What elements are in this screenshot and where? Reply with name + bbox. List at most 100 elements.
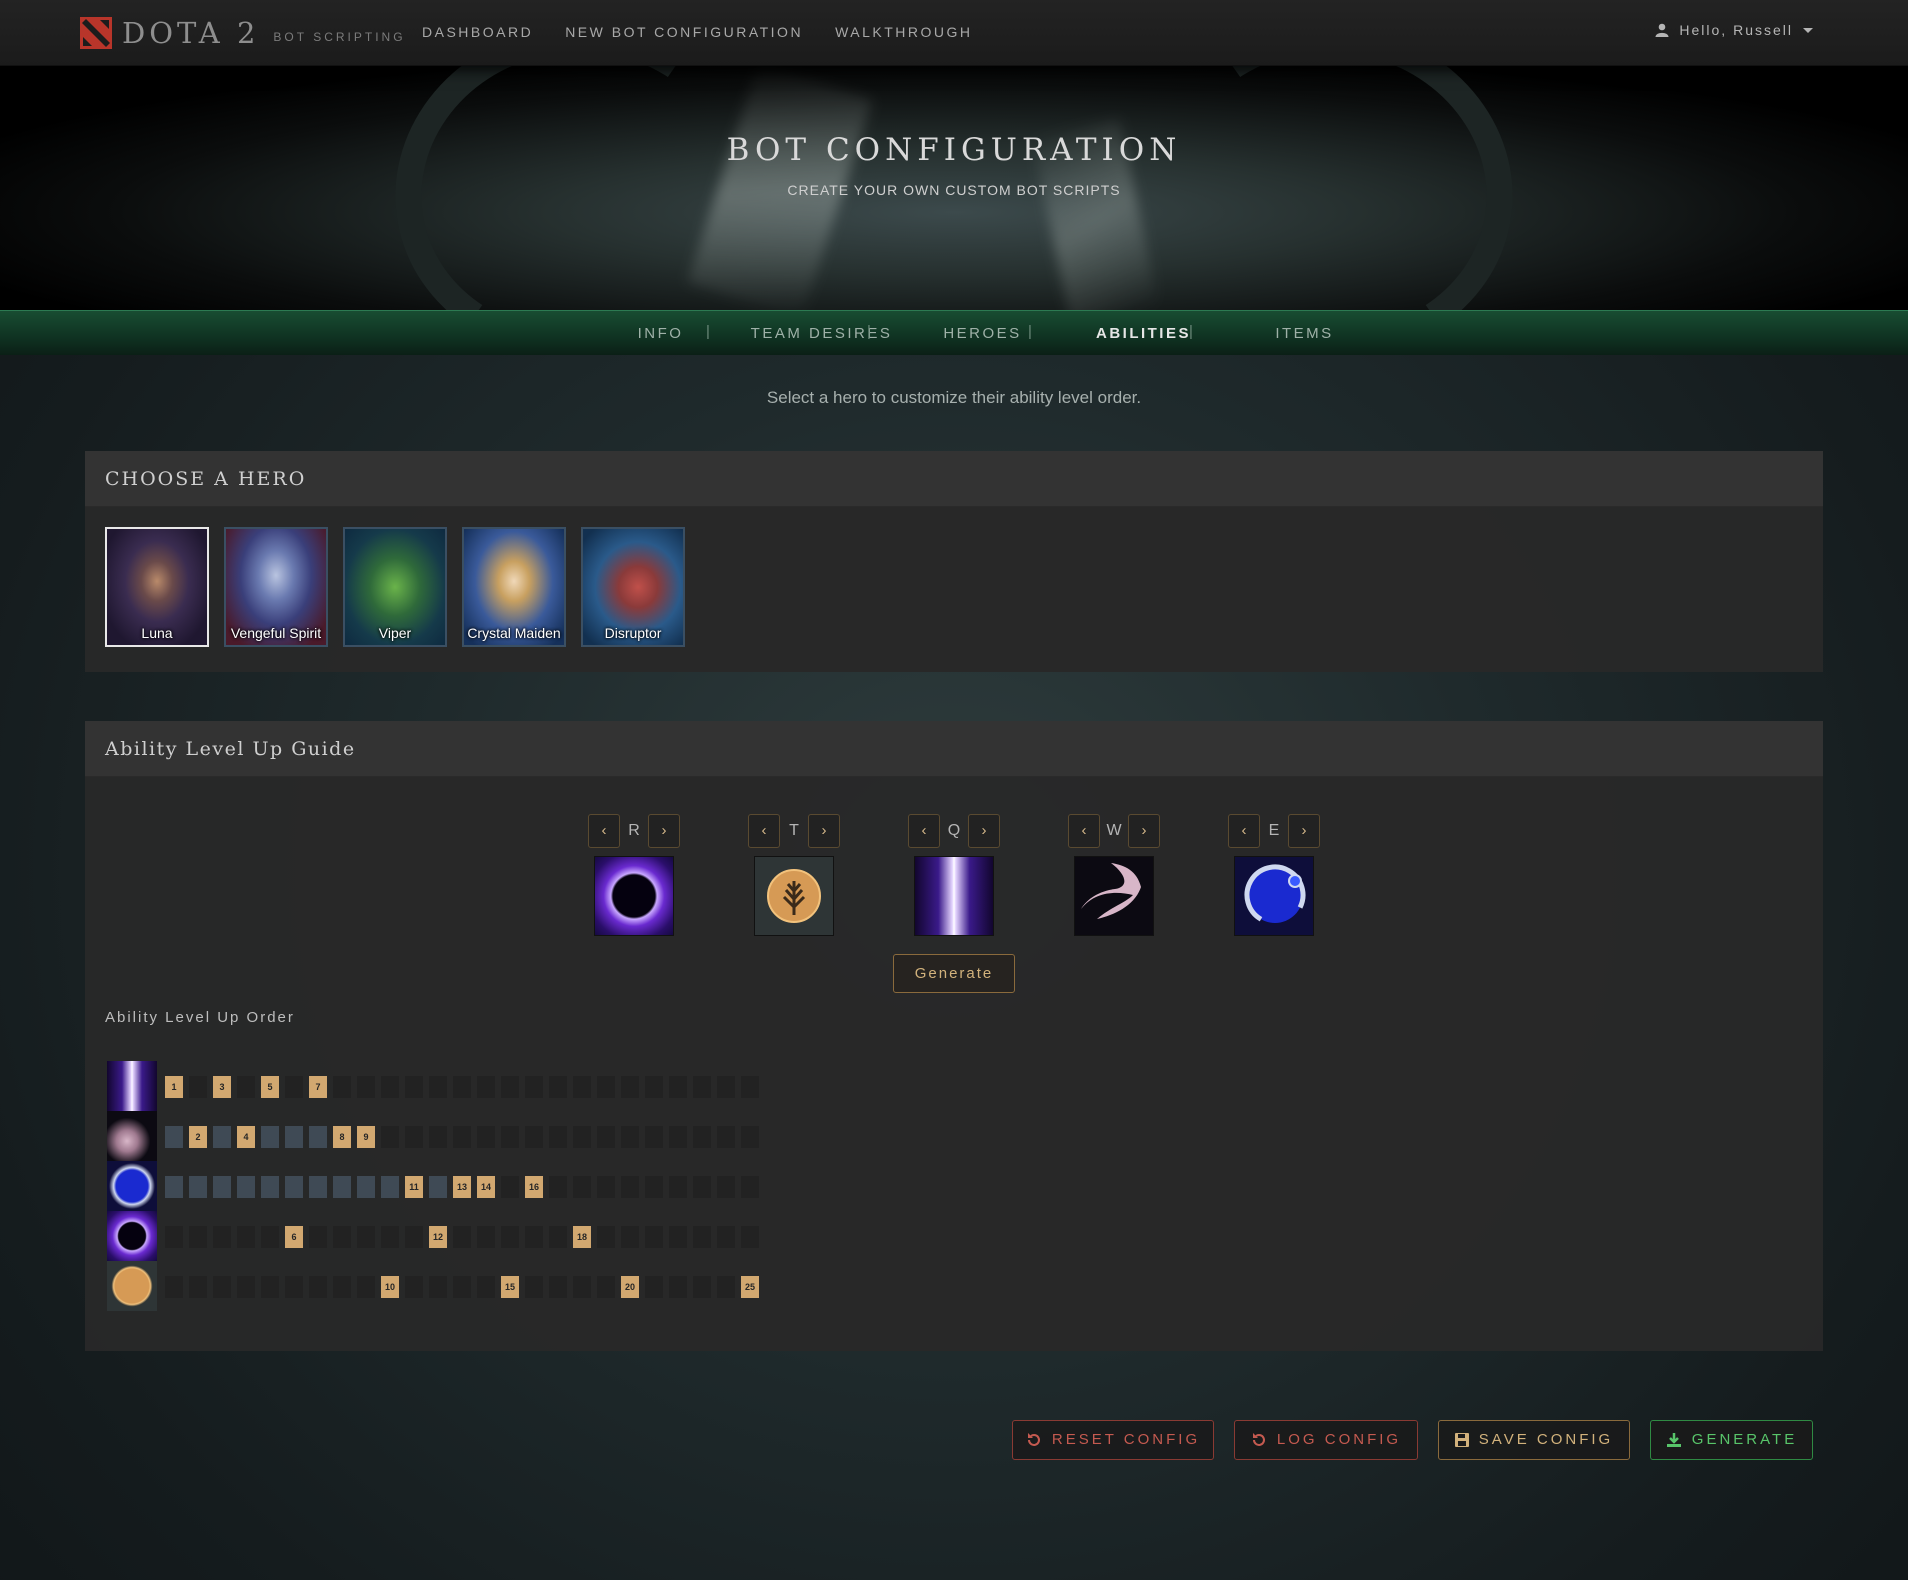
move-left-button[interactable]: ‹ (748, 814, 780, 848)
level-cell[interactable] (741, 1226, 759, 1248)
level-cell[interactable] (309, 1276, 327, 1298)
level-cell[interactable] (453, 1076, 471, 1098)
level-cell[interactable] (165, 1126, 183, 1148)
hero-card-crystal-maiden[interactable]: Crystal Maiden (462, 527, 566, 647)
level-cell[interactable]: 18 (573, 1226, 591, 1248)
level-cell[interactable] (525, 1076, 543, 1098)
level-cell[interactable] (285, 1176, 303, 1198)
level-cell[interactable] (549, 1226, 567, 1248)
level-cell[interactable] (693, 1276, 711, 1298)
move-right-button[interactable]: › (968, 814, 1000, 848)
level-cell[interactable] (357, 1076, 375, 1098)
level-cell[interactable] (621, 1176, 639, 1198)
level-cell[interactable] (645, 1226, 663, 1248)
level-cell[interactable] (429, 1076, 447, 1098)
level-cell[interactable]: 12 (429, 1226, 447, 1248)
level-cell[interactable] (477, 1126, 495, 1148)
level-cell[interactable] (549, 1176, 567, 1198)
level-cell[interactable] (573, 1126, 591, 1148)
tab-heroes[interactable]: HEROES (902, 311, 1063, 356)
level-cell[interactable] (693, 1176, 711, 1198)
level-cell[interactable] (597, 1126, 615, 1148)
hero-card-disruptor[interactable]: Disruptor (581, 527, 685, 647)
level-cell[interactable] (669, 1176, 687, 1198)
level-cell[interactable] (717, 1126, 735, 1148)
level-cell[interactable]: 6 (285, 1226, 303, 1248)
level-cell[interactable] (453, 1226, 471, 1248)
level-cell[interactable] (549, 1276, 567, 1298)
level-cell[interactable] (669, 1126, 687, 1148)
level-cell[interactable]: 16 (525, 1176, 543, 1198)
level-cell[interactable] (285, 1076, 303, 1098)
hero-card-luna[interactable]: Luna (105, 527, 209, 647)
level-cell[interactable] (477, 1276, 495, 1298)
level-cell[interactable]: 14 (477, 1176, 495, 1198)
level-cell[interactable]: 4 (237, 1126, 255, 1148)
level-cell[interactable] (621, 1126, 639, 1148)
brand-logo[interactable]: DOTA 2 BOT SCRIPTING (80, 15, 406, 51)
level-cell[interactable] (333, 1226, 351, 1248)
level-cell[interactable] (381, 1126, 399, 1148)
level-cell[interactable] (717, 1276, 735, 1298)
level-cell[interactable] (333, 1276, 351, 1298)
level-cell[interactable] (549, 1126, 567, 1148)
level-cell[interactable] (477, 1076, 495, 1098)
level-cell[interactable] (405, 1276, 423, 1298)
level-cell[interactable] (357, 1226, 375, 1248)
level-cell[interactable] (693, 1126, 711, 1148)
move-left-button[interactable]: ‹ (1068, 814, 1100, 848)
level-cell[interactable]: 2 (189, 1126, 207, 1148)
level-cell[interactable] (285, 1276, 303, 1298)
level-cell[interactable]: 3 (213, 1076, 231, 1098)
level-cell[interactable] (213, 1276, 231, 1298)
level-cell[interactable] (261, 1176, 279, 1198)
level-cell[interactable] (525, 1126, 543, 1148)
level-cell[interactable] (501, 1076, 519, 1098)
level-cell[interactable] (405, 1226, 423, 1248)
level-cell[interactable] (597, 1076, 615, 1098)
level-cell[interactable] (189, 1176, 207, 1198)
level-cell[interactable] (741, 1126, 759, 1148)
level-cell[interactable] (717, 1076, 735, 1098)
level-cell[interactable] (693, 1226, 711, 1248)
level-cell[interactable] (501, 1176, 519, 1198)
level-cell[interactable] (285, 1126, 303, 1148)
level-cell[interactable] (261, 1276, 279, 1298)
level-cell[interactable] (261, 1226, 279, 1248)
level-cell[interactable] (165, 1276, 183, 1298)
move-right-button[interactable]: › (1288, 814, 1320, 848)
tab-abilities[interactable]: ABILITIES (1063, 311, 1224, 356)
level-cell[interactable] (189, 1276, 207, 1298)
reset-config-button[interactable]: RESET CONFIG (1012, 1420, 1214, 1460)
move-left-button[interactable]: ‹ (908, 814, 940, 848)
level-cell[interactable] (453, 1126, 471, 1148)
level-cell[interactable] (405, 1076, 423, 1098)
level-cell[interactable]: 9 (357, 1126, 375, 1148)
level-cell[interactable] (405, 1126, 423, 1148)
level-cell[interactable] (261, 1126, 279, 1148)
level-cell[interactable]: 13 (453, 1176, 471, 1198)
generate-button[interactable]: GENERATE (1650, 1420, 1813, 1460)
level-cell[interactable] (645, 1126, 663, 1148)
level-cell[interactable] (333, 1076, 351, 1098)
level-cell[interactable] (549, 1076, 567, 1098)
level-cell[interactable] (741, 1176, 759, 1198)
level-cell[interactable] (189, 1226, 207, 1248)
level-cell[interactable] (381, 1176, 399, 1198)
level-cell[interactable] (741, 1076, 759, 1098)
log-config-button[interactable]: LOG CONFIG (1234, 1420, 1418, 1460)
save-config-button[interactable]: SAVE CONFIG (1438, 1420, 1630, 1460)
tab-items[interactable]: ITEMS (1224, 311, 1385, 356)
level-cell[interactable] (381, 1226, 399, 1248)
tab-info[interactable]: INFO (580, 311, 741, 356)
level-cell[interactable] (189, 1076, 207, 1098)
level-cell[interactable]: 7 (309, 1076, 327, 1098)
hero-card-vengeful-spirit[interactable]: Vengeful Spirit (224, 527, 328, 647)
move-left-button[interactable]: ‹ (1228, 814, 1260, 848)
level-cell[interactable] (669, 1226, 687, 1248)
level-cell[interactable] (501, 1126, 519, 1148)
level-cell[interactable] (381, 1076, 399, 1098)
level-cell[interactable] (645, 1176, 663, 1198)
generate-order-button[interactable]: Generate (893, 954, 1015, 993)
level-cell[interactable] (213, 1176, 231, 1198)
